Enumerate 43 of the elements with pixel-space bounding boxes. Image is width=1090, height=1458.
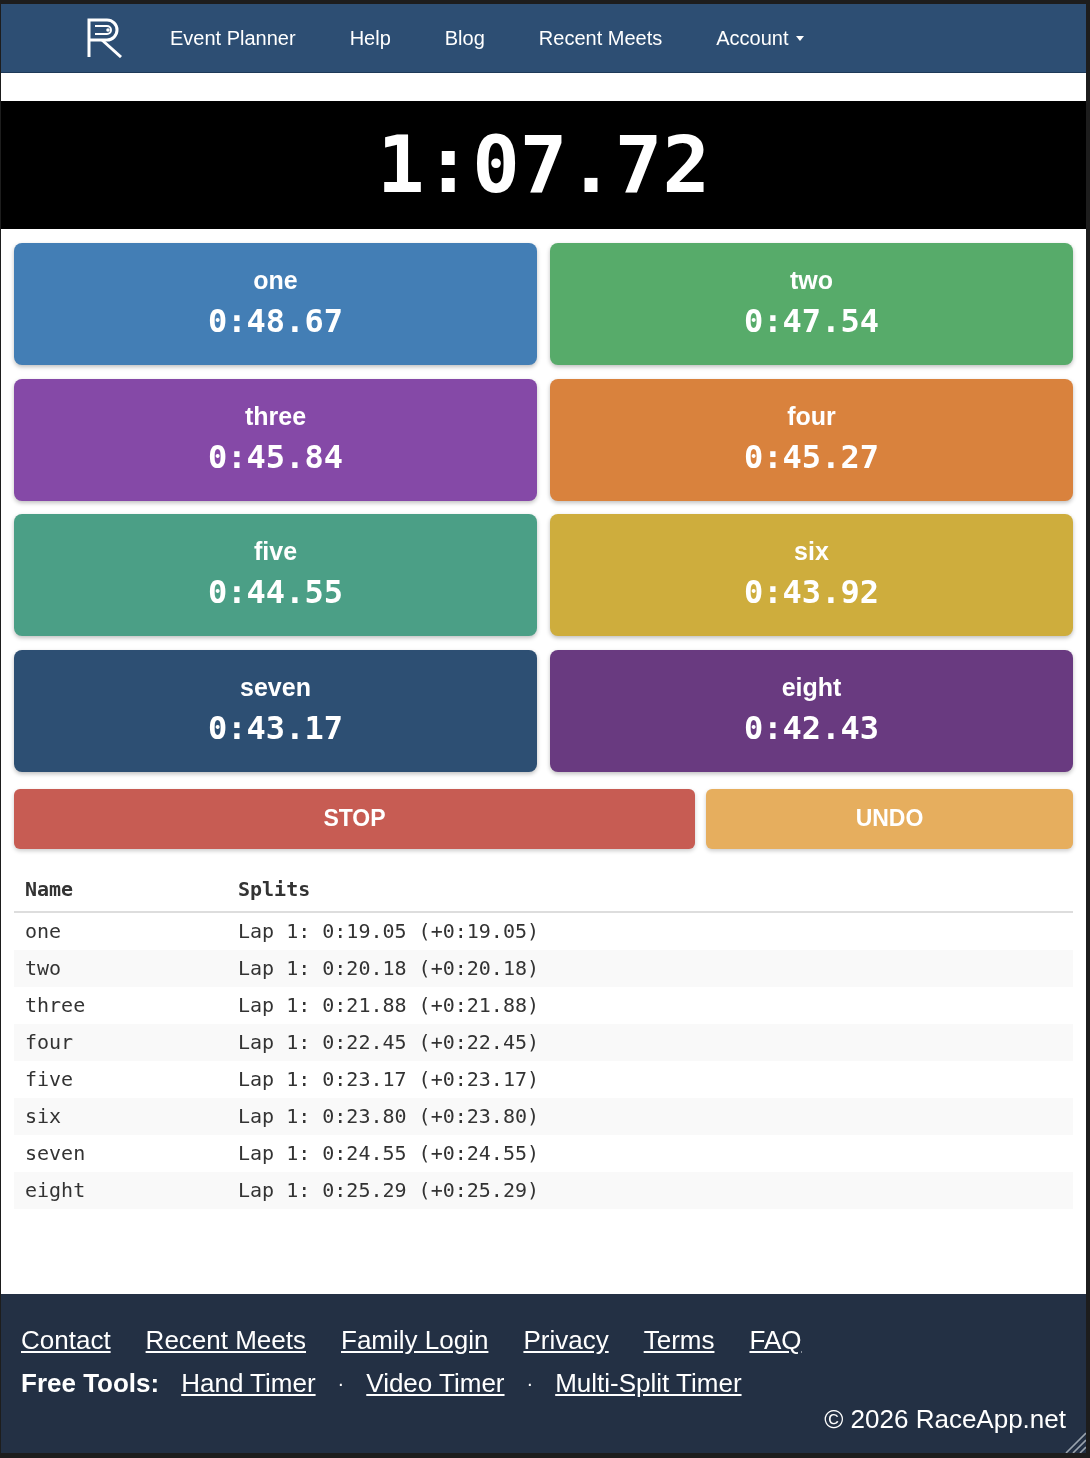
- footer-link[interactable]: Family Login: [341, 1325, 489, 1355]
- lane-button[interactable]: eight 0:42.43: [550, 649, 1073, 772]
- nav-link[interactable]: Help: [322, 26, 418, 50]
- table-cell: Lap 1: 0:20.18 (+0:20.18): [227, 949, 1073, 987]
- table-cell: five: [14, 1060, 227, 1098]
- nav-link[interactable]: Account: [689, 26, 832, 50]
- table-cell: four: [14, 1023, 227, 1061]
- footer-link[interactable]: Privacy: [523, 1325, 609, 1355]
- lane-button[interactable]: one 0:48.67: [14, 243, 537, 365]
- footer-link[interactable]: FAQ: [749, 1325, 802, 1355]
- table-cell: eight: [14, 1171, 227, 1209]
- footer-link[interactable]: Terms: [643, 1325, 715, 1355]
- table-cell: three: [14, 986, 227, 1024]
- column-header: Splits: [227, 867, 1073, 912]
- logo-icon[interactable]: [86, 18, 124, 58]
- copyright-text: © 2026 RaceApp.net: [824, 1404, 1066, 1434]
- separator-dot: ·: [337, 1371, 345, 1396]
- table-cell: Lap 1: 0:22.45 (+0:22.45): [227, 1023, 1073, 1061]
- table-cell: Lap 1: 0:23.17 (+0:23.17): [227, 1060, 1073, 1098]
- lane-button[interactable]: three 0:45.84: [14, 378, 537, 501]
- table-cell: Lap 1: 0:23.80 (+0:23.80): [227, 1097, 1073, 1135]
- footer-link[interactable]: Hand Timer: [181, 1368, 316, 1398]
- table-cell: Lap 1: 0:25.29 (+0:25.29): [227, 1171, 1073, 1209]
- table-cell: seven: [14, 1134, 227, 1172]
- table-cell: Lap 1: 0:24.55 (+0:24.55): [227, 1134, 1073, 1172]
- stop-button[interactable]: STOP: [14, 788, 695, 849]
- footer-link[interactable]: Video Timer: [366, 1368, 505, 1398]
- column-header: Name: [14, 867, 227, 912]
- nav-link[interactable]: Recent Meets: [511, 26, 690, 50]
- free-tools-label: Free Tools:: [21, 1368, 160, 1398]
- lane-button[interactable]: seven 0:43.17: [14, 649, 537, 772]
- footer-link[interactable]: Contact: [21, 1325, 111, 1355]
- elapsed-time: 1:07.72: [377, 125, 710, 205]
- separator-dot: ·: [526, 1371, 534, 1396]
- table-cell: two: [14, 949, 227, 987]
- table-cell: six: [14, 1097, 227, 1135]
- footer-link[interactable]: Recent Meets: [145, 1325, 306, 1355]
- table-cell: Lap 1: 0:19.05 (+0:19.05): [227, 911, 1073, 950]
- table-cell: one: [14, 911, 227, 950]
- nav-link[interactable]: Blog: [417, 26, 512, 50]
- table-cell: Lap 1: 0:21.88 (+0:21.88): [227, 986, 1073, 1024]
- nav-link[interactable]: Event Planner: [143, 26, 323, 50]
- footer-link[interactable]: Multi-Split Timer: [555, 1368, 742, 1398]
